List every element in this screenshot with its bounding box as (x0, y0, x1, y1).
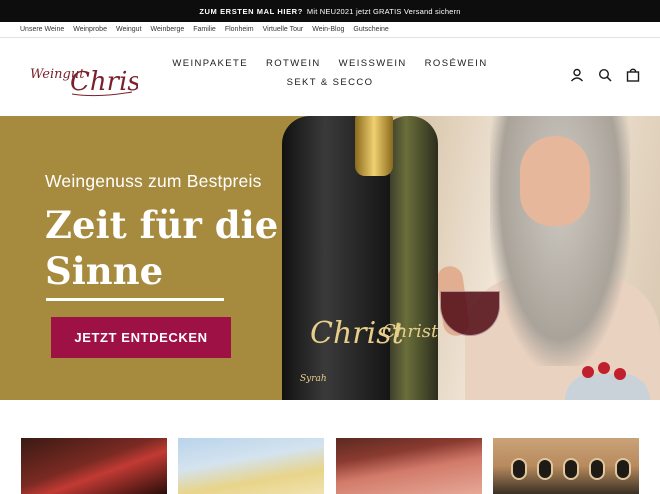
nav-weisswein[interactable]: WEISSWEIN (339, 58, 407, 69)
weingut-christ-logo[interactable]: Weingut Christ (28, 56, 138, 100)
toplink-familie[interactable]: Familie (193, 26, 216, 33)
toplink-weingut[interactable]: Weingut (116, 26, 142, 33)
site-header: Weingut Christ WEINPAKETE ROTWEIN WEISSW… (0, 38, 660, 116)
top-link-bar: Unsere Weine Weinprobe Weingut Weinberge… (0, 22, 660, 38)
hero-subtitle: Weingenuss zum Bestpreis (45, 171, 262, 191)
nav-rotwein[interactable]: ROTWEIN (266, 58, 321, 69)
announcement-bar: ZUM ERSTEN MAL HIER? Mit NEU2021 jetzt G… (0, 0, 660, 22)
toplink-wein-blog[interactable]: Wein-Blog (312, 26, 344, 33)
hero-divider (46, 298, 224, 301)
search-icon[interactable] (598, 68, 612, 82)
bottle-small-text: Syrah (300, 374, 327, 384)
toplink-weinprobe[interactable]: Weinprobe (73, 26, 107, 33)
jetzt-entdecken-button[interactable]: JETZT ENTDECKEN (51, 317, 231, 358)
nav-weinpakete[interactable]: WEINPAKETE (172, 58, 248, 69)
category-tile-wine-box[interactable] (493, 438, 639, 494)
toplink-unsere-weine[interactable]: Unsere Weine (20, 26, 64, 33)
toplink-virtuelle-tour[interactable]: Virtuelle Tour (263, 26, 304, 33)
category-tile-red-wine[interactable] (21, 438, 167, 494)
bottle-label-back: Christ (382, 321, 439, 342)
cart-icon[interactable] (626, 68, 640, 82)
hero-banner: Christ Christ Syrah Weingenuss zum Bestp… (0, 116, 660, 400)
toplink-flonheim[interactable]: Flonheim (225, 26, 254, 33)
toplink-gutscheine[interactable]: Gutscheine (353, 26, 388, 33)
category-tile-white-wine[interactable] (178, 438, 324, 494)
hero-title-line1: Zeit für die (45, 203, 279, 247)
announcement-bold: ZUM ERSTEN MAL HIER? (199, 6, 303, 16)
category-tiles (0, 400, 660, 494)
main-nav: WEINPAKETE ROTWEIN WEISSWEIN ROSÉWEIN SE… (172, 58, 488, 96)
hero-title: Zeit für die Sinne (45, 202, 278, 294)
nav-rosewein[interactable]: ROSÉWEIN (425, 58, 488, 69)
category-tile-rose-wine[interactable] (336, 438, 482, 494)
bottle-gold-capsule (355, 116, 393, 176)
hero-title-line2: Sinne (45, 249, 164, 293)
announcement-text: Mit NEU2021 jetzt GRATIS Versand sichern (306, 6, 461, 16)
header-icon-group (570, 68, 640, 82)
nav-sekt-secco[interactable]: SEKT & SECCO (287, 77, 374, 88)
toplink-weinberge[interactable]: Weinberge (151, 26, 185, 33)
account-icon[interactable] (570, 68, 584, 82)
